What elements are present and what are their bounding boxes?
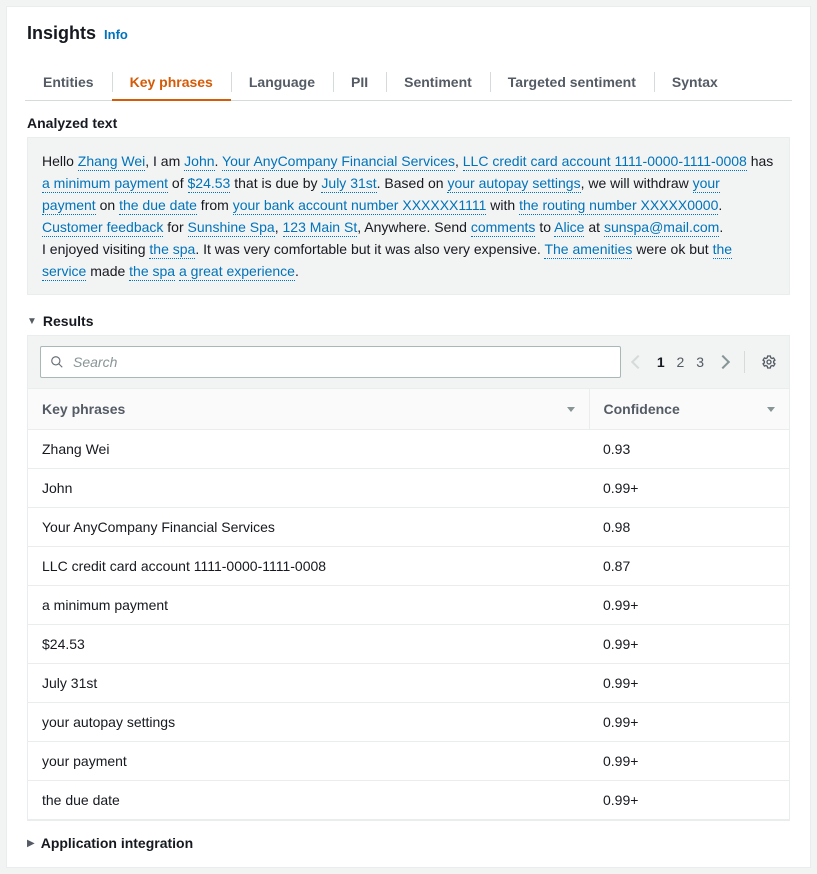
key-phrase-highlight: a minimum payment xyxy=(42,175,168,193)
key-phrase-highlight: your autopay settings xyxy=(447,175,580,193)
application-integration-label: Application integration xyxy=(41,835,193,851)
table-row: your payment0.99+ xyxy=(28,742,789,781)
toolbar-divider xyxy=(744,351,745,373)
results-toolbar: 1 2 3 xyxy=(28,336,789,388)
tab-entities[interactable]: Entities xyxy=(25,64,112,100)
cell-phrase: Your AnyCompany Financial Services xyxy=(28,508,589,547)
tab-syntax[interactable]: Syntax xyxy=(654,64,736,100)
table-row: LLC credit card account 1111-0000-1111-0… xyxy=(28,547,789,586)
page-next-icon[interactable] xyxy=(716,355,730,369)
key-phrase-highlight: Zhang Wei xyxy=(78,153,145,171)
tab-language[interactable]: Language xyxy=(231,64,333,100)
insights-panel: Insights Info EntitiesKey phrasesLanguag… xyxy=(6,6,811,868)
caret-down-icon: ▼ xyxy=(27,316,37,327)
cell-phrase: LLC credit card account 1111-0000-1111-0… xyxy=(28,547,589,586)
cell-phrase: the due date xyxy=(28,781,589,820)
cell-phrase: your autopay settings xyxy=(28,703,589,742)
key-phrase-highlight: John xyxy=(184,153,214,171)
analyzed-text-label: Analyzed text xyxy=(11,101,806,137)
column-confidence[interactable]: Confidence xyxy=(589,389,789,430)
tab-pii[interactable]: PII xyxy=(333,64,386,100)
application-integration-expander[interactable]: ▶ Application integration xyxy=(27,835,790,851)
key-phrase-highlight: Your AnyCompany Financial Services xyxy=(222,153,455,171)
cell-confidence: 0.99+ xyxy=(589,469,789,508)
sort-icon xyxy=(567,407,575,412)
column-label: Confidence xyxy=(604,401,680,417)
settings-button[interactable] xyxy=(761,354,777,370)
cell-phrase: your payment xyxy=(28,742,589,781)
cell-phrase: $24.53 xyxy=(28,625,589,664)
key-phrase-highlight: the spa xyxy=(129,263,175,281)
search-input[interactable] xyxy=(40,346,621,378)
cell-confidence: 0.87 xyxy=(589,547,789,586)
key-phrase-highlight: 123 Main St xyxy=(283,219,358,237)
cell-confidence: 0.98 xyxy=(589,508,789,547)
key-phrase-highlight: July 31st xyxy=(321,175,376,193)
cell-confidence: 0.99+ xyxy=(589,586,789,625)
key-phrase-highlight: sunspa@mail.com xyxy=(604,219,719,237)
key-phrase-highlight: Customer feedback xyxy=(42,219,163,237)
tab-sentiment[interactable]: Sentiment xyxy=(386,64,490,100)
key-phrase-highlight: LLC credit card account 1111-0000-1111-0… xyxy=(463,153,747,171)
column-key-phrases[interactable]: Key phrases xyxy=(28,389,589,430)
sort-icon xyxy=(767,407,775,412)
key-phrase-highlight: a great experience xyxy=(179,263,295,281)
table-row: July 31st0.99+ xyxy=(28,664,789,703)
table-row: Zhang Wei0.93 xyxy=(28,430,789,469)
page-2[interactable]: 2 xyxy=(673,352,689,372)
page-prev-icon[interactable] xyxy=(631,355,645,369)
cell-confidence: 0.99+ xyxy=(589,703,789,742)
cell-confidence: 0.99+ xyxy=(589,742,789,781)
key-phrase-highlight: Sunshine Spa xyxy=(188,219,275,237)
key-phrase-highlight: the routing number XXXXX0000 xyxy=(519,197,718,215)
cell-phrase: Zhang Wei xyxy=(28,430,589,469)
info-link[interactable]: Info xyxy=(104,27,128,42)
page-1[interactable]: 1 xyxy=(653,352,669,372)
cell-phrase: a minimum payment xyxy=(28,586,589,625)
results-area: 1 2 3 Key phrases Confide xyxy=(27,335,790,821)
cell-phrase: July 31st xyxy=(28,664,589,703)
column-label: Key phrases xyxy=(42,401,125,417)
table-row: $24.530.99+ xyxy=(28,625,789,664)
gear-icon xyxy=(761,354,777,370)
caret-right-icon: ▶ xyxy=(27,838,35,849)
tab-targeted-sentiment[interactable]: Targeted sentiment xyxy=(490,64,654,100)
table-row: a minimum payment0.99+ xyxy=(28,586,789,625)
analyzed-text-box: Hello Zhang Wei, I am John. Your AnyComp… xyxy=(27,137,790,295)
tab-key-phrases[interactable]: Key phrases xyxy=(112,64,231,100)
table-row: the due date0.99+ xyxy=(28,781,789,820)
key-phrase-highlight: the spa xyxy=(149,241,195,259)
panel-header: Insights Info xyxy=(11,7,806,52)
pagination: 1 2 3 xyxy=(633,354,728,370)
results-expander[interactable]: ▼ Results xyxy=(27,313,790,329)
key-phrase-highlight: Alice xyxy=(554,219,584,237)
cell-phrase: John xyxy=(28,469,589,508)
key-phrase-highlight: $24.53 xyxy=(188,175,231,193)
search-wrap xyxy=(40,346,621,378)
cell-confidence: 0.99+ xyxy=(589,664,789,703)
tab-bar: EntitiesKey phrasesLanguagePIISentimentT… xyxy=(25,64,792,101)
results-table: Key phrases Confidence Zhang Wei0.93John… xyxy=(28,388,789,820)
page-3[interactable]: 3 xyxy=(692,352,708,372)
search-icon xyxy=(50,355,64,369)
table-row: John0.99+ xyxy=(28,469,789,508)
key-phrase-highlight: the due date xyxy=(119,197,197,215)
key-phrase-highlight: your bank account number XXXXXX1111 xyxy=(233,197,487,215)
page-title: Insights xyxy=(27,23,96,44)
key-phrase-highlight: The amenities xyxy=(544,241,632,259)
cell-confidence: 0.93 xyxy=(589,430,789,469)
results-label: Results xyxy=(43,313,94,329)
key-phrase-highlight: comments xyxy=(471,219,536,237)
table-row: Your AnyCompany Financial Services0.98 xyxy=(28,508,789,547)
table-row: your autopay settings0.99+ xyxy=(28,703,789,742)
cell-confidence: 0.99+ xyxy=(589,625,789,664)
cell-confidence: 0.99+ xyxy=(589,781,789,820)
